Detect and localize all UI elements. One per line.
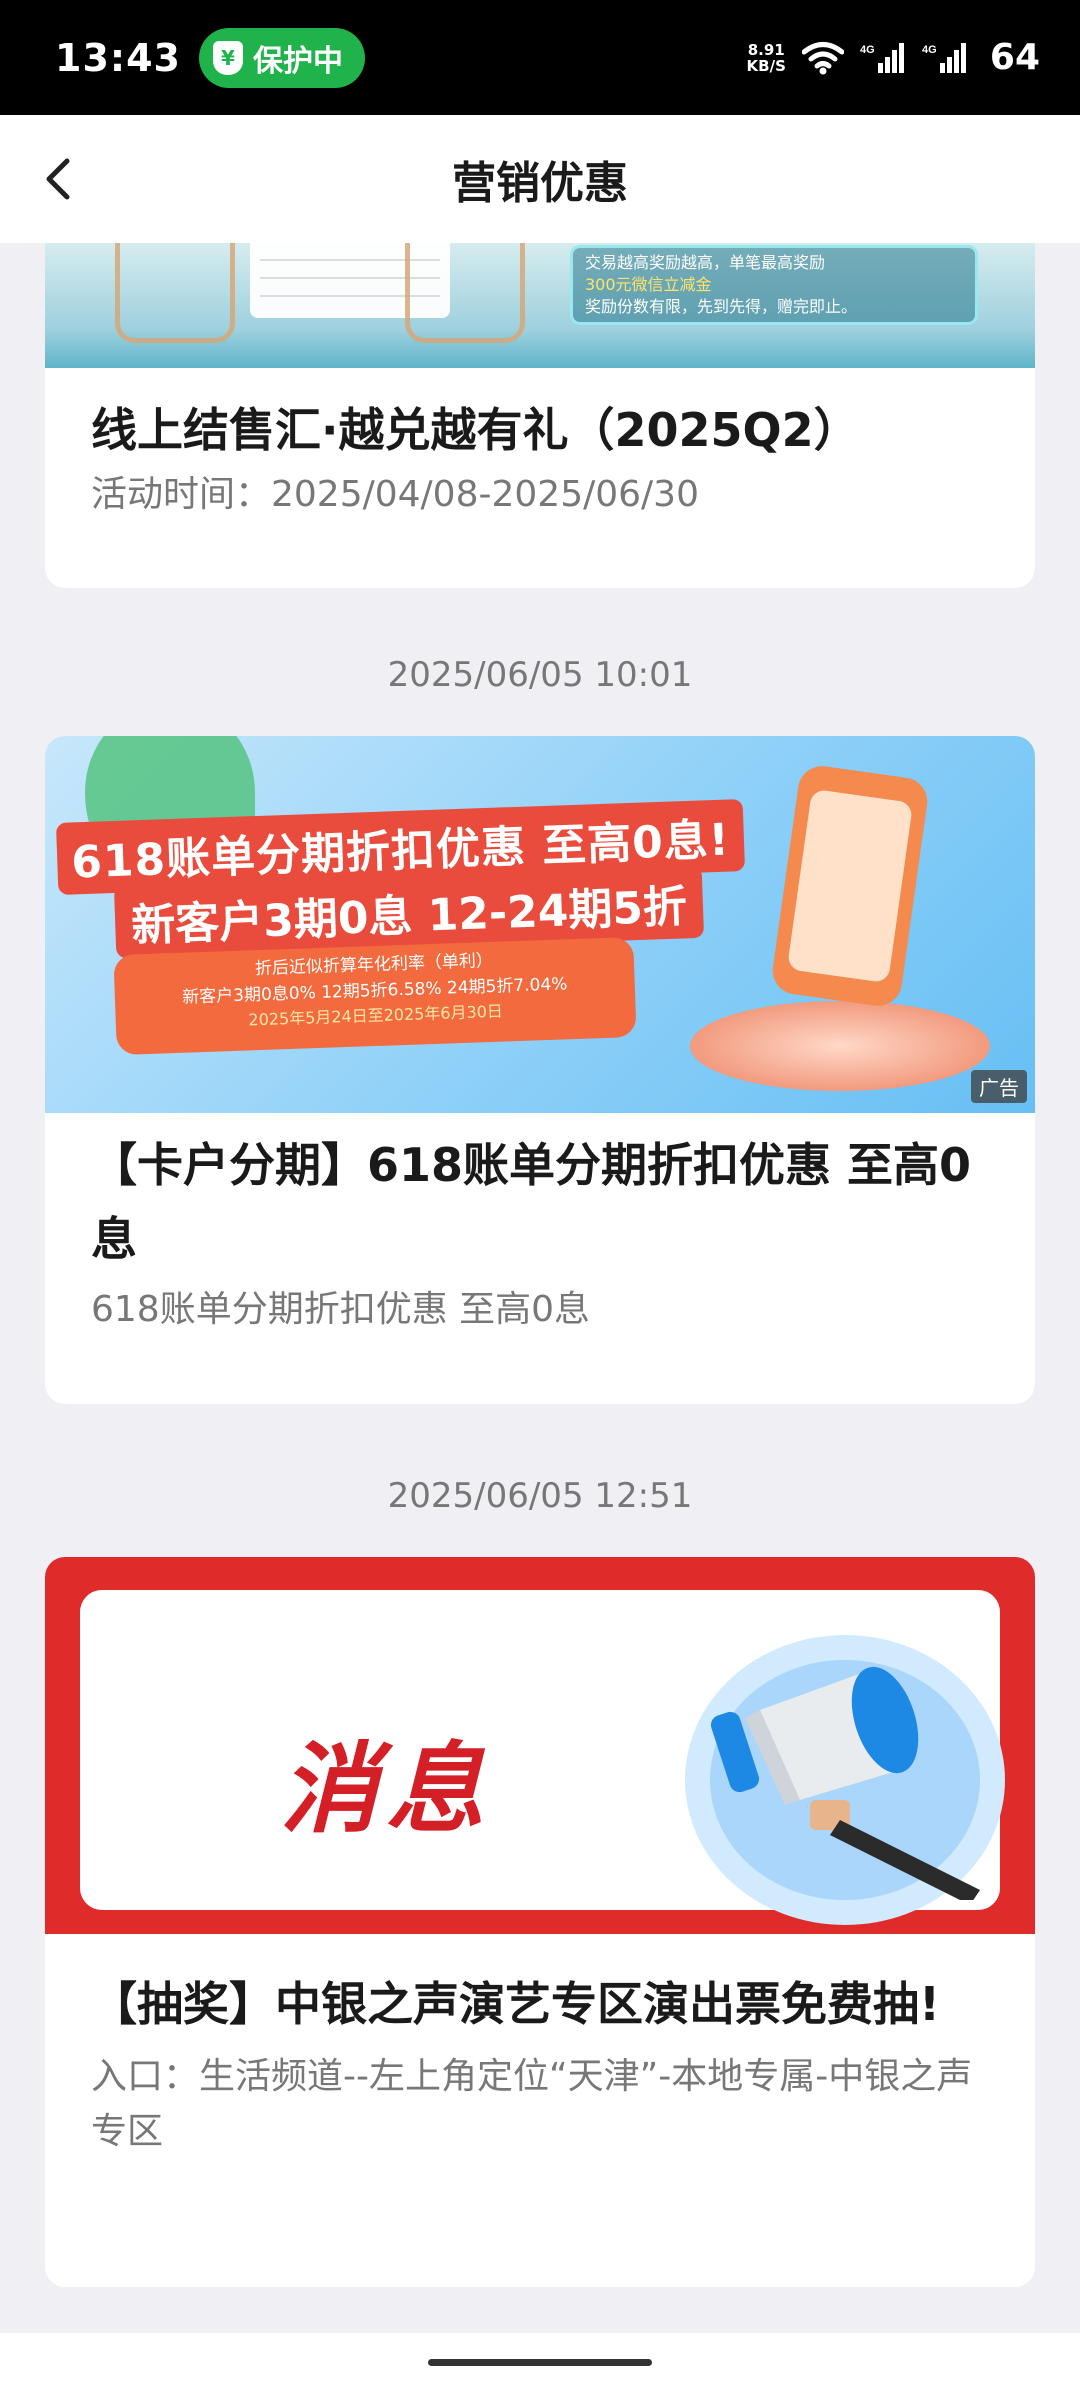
network-speed-value: 8.91: [747, 40, 785, 59]
promo-banner-message: 消息: [45, 1557, 1035, 1934]
promo-banner-installment: 618账单分期折扣优惠 至高0息! 新客户3期0息 12-24期5折 折后近似折…: [45, 736, 1035, 1113]
card-title: 线上结售汇·越兑越有礼（2025Q2）: [91, 403, 860, 457]
message-timestamp: 2025/06/05 10:01: [387, 655, 693, 695]
promo-card-installment[interactable]: 618账单分期折扣优惠 至高0息! 新客户3期0息 12-24期5折 折后近似折…: [45, 736, 1035, 1404]
chevron-left-icon: [46, 158, 70, 200]
phone-illustration: [769, 763, 931, 1009]
podium-graphic: [690, 1001, 990, 1091]
card-subtitle: 活动时间：2025/04/08-2025/06/30: [91, 474, 699, 515]
svg-text:4G: 4G: [860, 44, 875, 56]
card-subtitle: 入口：生活频道--左上角定位“天津”-本地专属-中银之声专区: [91, 2056, 973, 2152]
card-title: 【抽奖】中银之声演艺专区演出票免费抽!: [91, 1977, 940, 2031]
status-bar: 13:43 ¥ 保护中 8.91 KB/S 4G 4G 64: [0, 0, 1080, 115]
banner-notice-line: 奖励份数有限，先到先得，赠完即止。: [585, 297, 858, 316]
banner-notice-line: 交易越高奖励越高，单笔最高奖励: [585, 253, 826, 272]
promo-card-lottery[interactable]: 消息 【抽奖】中银之声演艺专区演出票免费抽! 入口：生活频道--左上角定位“天津…: [45, 1557, 1035, 2287]
home-indicator[interactable]: [428, 2359, 652, 2366]
banner-message-text: 消息: [280, 1732, 493, 1847]
wifi-icon: [801, 41, 844, 75]
message-timestamp: 2025/06/05 12:51: [387, 1476, 693, 1516]
status-icons: 8.91 KB/S 4G 4G 64: [747, 37, 1040, 78]
nav-bar: 营销优惠: [0, 115, 1080, 243]
protection-badge[interactable]: ¥ 保护中: [198, 27, 365, 88]
page-title: 营销优惠: [452, 158, 628, 209]
message-list[interactable]: 交易越高奖励越高，单笔最高奖励 300元微信立减金 奖励份数有限，先到先得，赠完…: [0, 243, 1080, 2333]
home-indicator-bar: [0, 2333, 1080, 2400]
promo-card-fx[interactable]: 交易越高奖励越高，单笔最高奖励 300元微信立减金 奖励份数有限，先到先得，赠完…: [45, 243, 1035, 588]
banner-ribbon: 折后近似折算年化利率（单利） 新客户3期0息0% 12期5折6.58% 24期5…: [113, 936, 637, 1056]
svg-text:4G: 4G: [922, 44, 937, 56]
card-subtitle: 618账单分期折扣优惠 至高0息: [91, 1289, 591, 1330]
ad-badge: 广告: [971, 1070, 1027, 1103]
signal-4g-icon: 4G: [860, 41, 906, 75]
back-button[interactable]: [28, 149, 88, 209]
megaphone-icon: [710, 1666, 980, 1900]
network-speed: 8.91 KB/S: [747, 42, 786, 74]
promo-banner-fx: 交易越高奖励越高，单笔最高奖励 300元微信立减金 奖励份数有限，先到先得，赠完…: [45, 243, 1035, 368]
signal-4g-icon-2: 4G: [922, 41, 968, 75]
card-title: 【卡户分期】618账单分期折扣优惠 至高0息: [91, 1138, 972, 1266]
banner-notice: 交易越高奖励越高，单笔最高奖励 300元微信立减金 奖励份数有限，先到先得，赠完…: [570, 245, 978, 325]
banner-notice-highlight: 300元微信立减金: [585, 275, 712, 294]
shield-icon: ¥: [212, 40, 243, 75]
battery-level: 64: [989, 37, 1040, 78]
protection-label: 保护中: [252, 43, 343, 79]
status-time: 13:43: [55, 35, 181, 80]
network-speed-unit: KB/S: [746, 56, 786, 75]
